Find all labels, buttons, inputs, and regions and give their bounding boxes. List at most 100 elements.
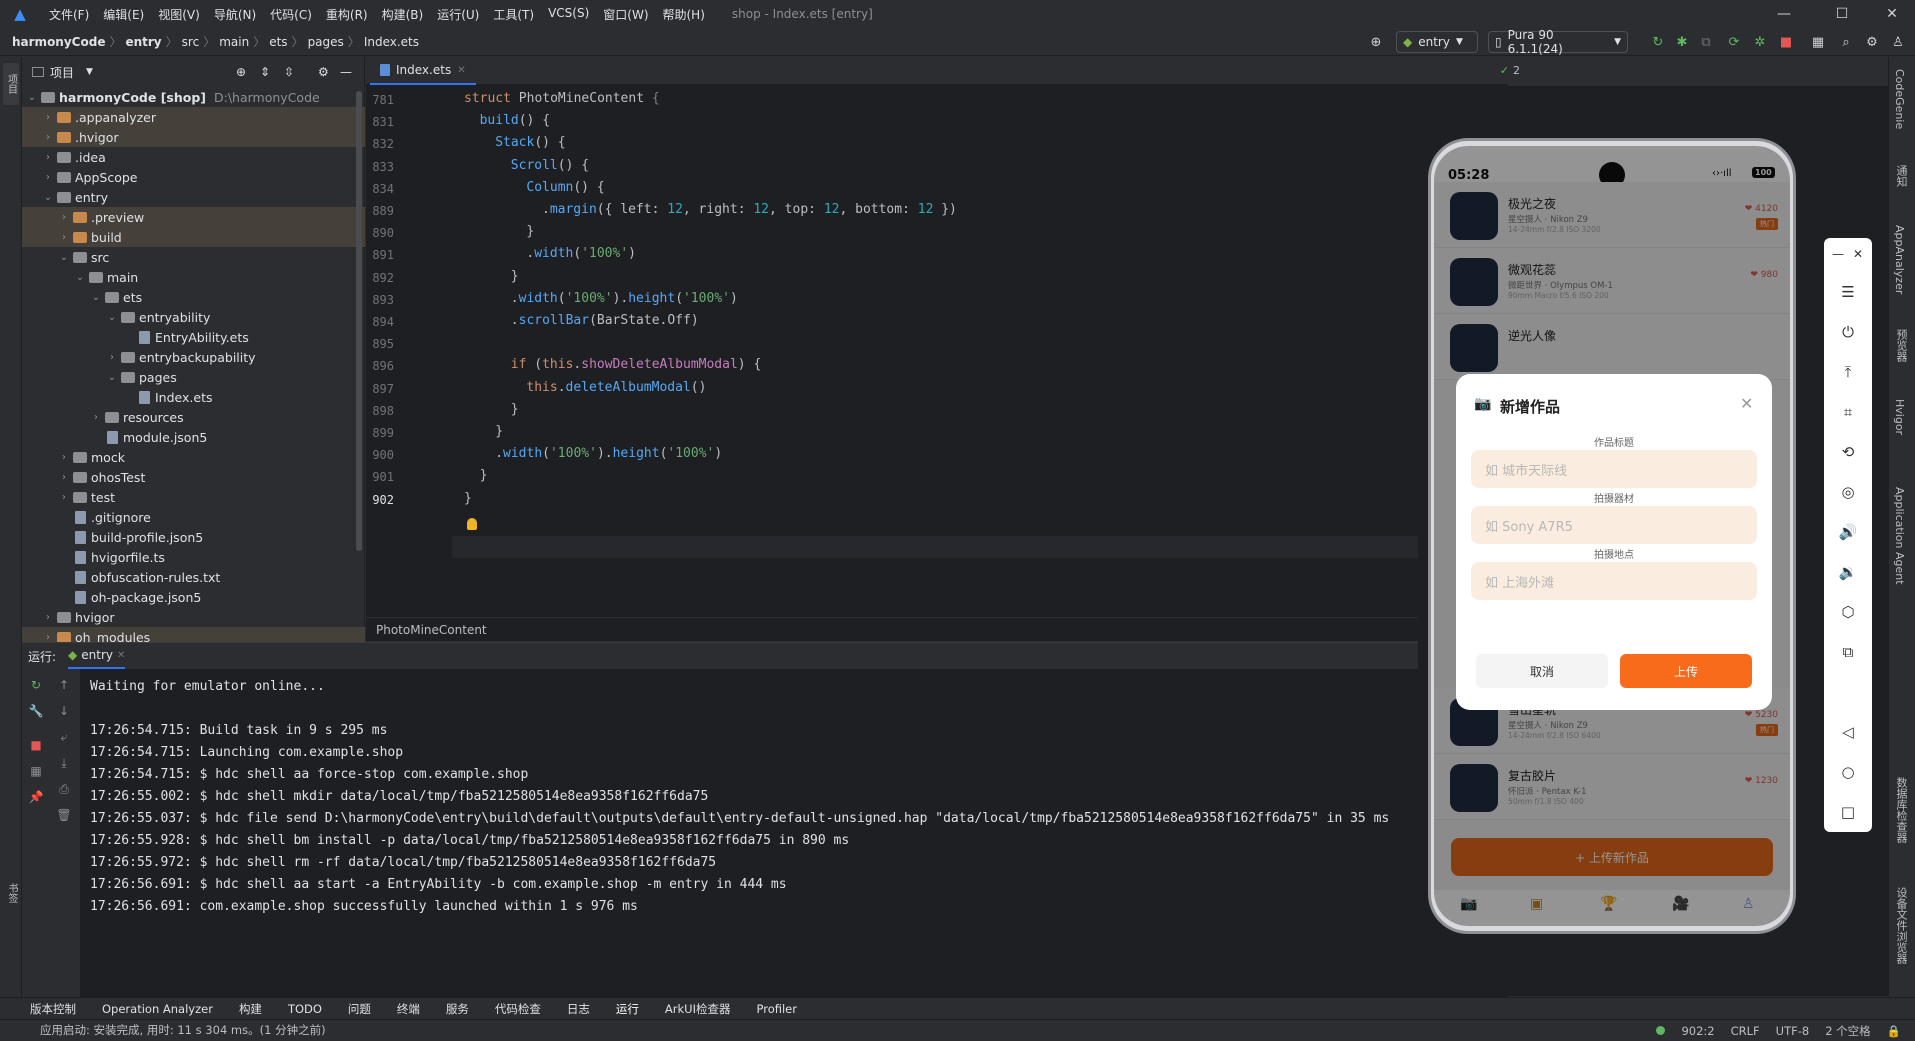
code-line[interactable]: } [526, 224, 534, 239]
chevron-down-icon[interactable]: ⌄ [106, 312, 118, 323]
code-line[interactable]: Stack() { [495, 135, 565, 150]
tree-item[interactable]: › entrybackupability [22, 347, 365, 367]
problems-indicator[interactable]: ✓ 2 [1500, 64, 1520, 77]
code-line[interactable]: struct PhotoMineContent { [464, 91, 660, 106]
breadcrumb-item[interactable]: pages [304, 35, 348, 49]
chevron-down-icon[interactable]: ⌄ [26, 92, 38, 103]
chevron-right-icon[interactable]: › [58, 452, 70, 463]
code-line[interactable]: Scroll() { [511, 158, 589, 173]
bottom-tool-button[interactable]: Profiler [757, 1002, 798, 1016]
bottom-tool-button[interactable]: 运行 [616, 1001, 639, 1017]
chevron-right-icon[interactable]: › [58, 472, 70, 483]
bottom-tool-button[interactable]: 问题 [348, 1001, 371, 1017]
dialog-input[interactable]: 如 城市天际线 [1471, 450, 1757, 488]
tree-item[interactable]: obfuscation-rules.txt [22, 567, 365, 587]
scroll-down-icon[interactable]: ↓ [56, 703, 72, 719]
tree-item[interactable]: ⌄ entryability [22, 307, 365, 327]
close-icon[interactable]: ✕ [1870, 0, 1914, 28]
bottom-tool-button[interactable]: 构建 [239, 1001, 262, 1017]
menu-item[interactable]: 工具(T) [486, 6, 541, 23]
gear-icon[interactable]: ⚙ [1862, 33, 1882, 51]
intention-bulb-icon[interactable] [467, 518, 477, 530]
line-number[interactable]: 898 [366, 404, 394, 418]
code-line[interactable]: if (this.showDeleteAlbumModal) { [511, 357, 761, 372]
lock-icon[interactable]: 🔒 [1887, 1024, 1901, 1038]
line-number[interactable]: 892 [366, 271, 394, 285]
breadcrumb-item[interactable]: ets [265, 35, 291, 49]
tree-item[interactable]: module.json5 [22, 427, 365, 447]
chevron-right-icon[interactable]: › [42, 612, 54, 623]
tree-item[interactable]: ⌄ entry [22, 187, 365, 207]
code-line[interactable]: } [495, 424, 503, 439]
right-tool-button[interactable]: 通知 [1893, 165, 1909, 187]
tree-item[interactable]: oh-package.json5 [22, 587, 365, 607]
dialog-input[interactable]: 如 上海外滩 [1471, 562, 1757, 600]
breadcrumb-item[interactable]: harmonyCode [8, 35, 109, 49]
code-line[interactable]: } [511, 402, 519, 417]
indent-setting[interactable]: 2 个空格 [1825, 1023, 1870, 1039]
minimize-icon[interactable]: — [1828, 244, 1848, 264]
chevron-right-icon[interactable]: › [42, 632, 54, 643]
tab-index-ets[interactable]: Index.ets ✕ [370, 57, 476, 85]
tree-item[interactable]: › hvigor [22, 607, 365, 627]
stop-icon[interactable]: ■ [28, 737, 44, 753]
tree-item[interactable]: build-profile.json5 [22, 527, 365, 547]
right-tool-button[interactable]: 预览器 [1893, 329, 1909, 362]
tree-item[interactable]: Index.ets [22, 387, 365, 407]
account-icon[interactable]: ♙ [1888, 33, 1908, 51]
volume-down-icon[interactable]: 🔉 [1838, 562, 1858, 582]
right-tool-button[interactable]: AppAnalyzer [1893, 225, 1906, 294]
tree-item[interactable]: › ohosTest [22, 467, 365, 487]
run-tab-entry[interactable]: ◆ entry ✕ [68, 643, 126, 669]
chevron-down-icon[interactable]: ⌄ [42, 192, 54, 203]
line-number[interactable]: 889 [366, 204, 394, 218]
upload-button[interactable]: 上传 [1620, 654, 1752, 688]
code-line[interactable]: build() { [480, 113, 550, 128]
line-number[interactable]: 833 [366, 160, 394, 174]
right-tool-button[interactable]: Hvigor [1893, 399, 1906, 435]
line-number[interactable]: 893 [366, 293, 394, 307]
tree-item[interactable]: › .preview [22, 207, 365, 227]
crop-icon[interactable]: ⌗ [1838, 402, 1858, 422]
apply-changes-icon[interactable]: ⟳ [1724, 33, 1744, 51]
scroll-up-icon[interactable]: ↑ [56, 677, 72, 693]
tree-item[interactable]: › AppScope [22, 167, 365, 187]
menu-item[interactable]: VCS(S) [541, 6, 596, 23]
soft-wrap-icon[interactable]: ⤶ [56, 729, 72, 745]
project-tool-button[interactable]: 项目 [3, 63, 19, 105]
fold-icon[interactable]: ⬡ [1838, 602, 1858, 622]
screenshot-icon[interactable]: ◎ [1838, 482, 1858, 502]
rerun-icon[interactable]: ↻ [1648, 33, 1668, 51]
menu-item[interactable]: 构建(B) [375, 6, 431, 23]
bottom-tool-button[interactable]: 代码检查 [495, 1001, 541, 1017]
cursor-position[interactable]: 902:2 [1681, 1024, 1714, 1038]
code-line[interactable]: .width('100%') [526, 246, 636, 261]
volume-up-icon[interactable]: 🔊 [1838, 522, 1858, 542]
power-icon[interactable]: ⏻ [1838, 322, 1858, 342]
code-line[interactable]: } [464, 491, 472, 506]
layout-icon[interactable]: ▦ [28, 763, 44, 779]
multi-window-icon[interactable]: ⧉ [1838, 642, 1858, 662]
chevron-right-icon[interactable]: › [58, 492, 70, 503]
attach-icon[interactable]: ⧉ [1696, 33, 1716, 51]
rerun-icon[interactable]: ↻ [28, 677, 44, 693]
dialog-input[interactable]: 如 Sony A7R5 [1471, 506, 1757, 544]
minimize-icon[interactable]: — [1762, 0, 1806, 28]
line-number[interactable]: 902 [366, 493, 394, 507]
code-line[interactable]: this.deleteAlbumModal() [526, 380, 706, 395]
top-icon[interactable]: ⤒ [1838, 362, 1858, 382]
project-panel-title[interactable]: 项目 [50, 64, 74, 81]
chevron-down-icon[interactable]: ⌄ [58, 252, 70, 263]
tree-item[interactable]: › test [22, 487, 365, 507]
wrench-icon[interactable]: 🔧 [28, 703, 44, 719]
breadcrumb-item[interactable]: entry [121, 35, 165, 49]
chevron-right-icon[interactable]: › [42, 172, 54, 183]
line-separator[interactable]: CRLF [1731, 1024, 1760, 1038]
hide-icon[interactable]: — [340, 65, 352, 79]
tree-item[interactable]: ⌄ harmonyCode [shop] D:\harmonyCode [22, 87, 365, 107]
bottom-tool-button[interactable]: 日志 [567, 1001, 590, 1017]
chevron-right-icon[interactable]: › [42, 152, 54, 163]
bottom-tool-button[interactable]: 版本控制 [30, 1001, 76, 1017]
code-line[interactable]: } [511, 269, 519, 284]
line-number[interactable]: 897 [366, 382, 394, 396]
